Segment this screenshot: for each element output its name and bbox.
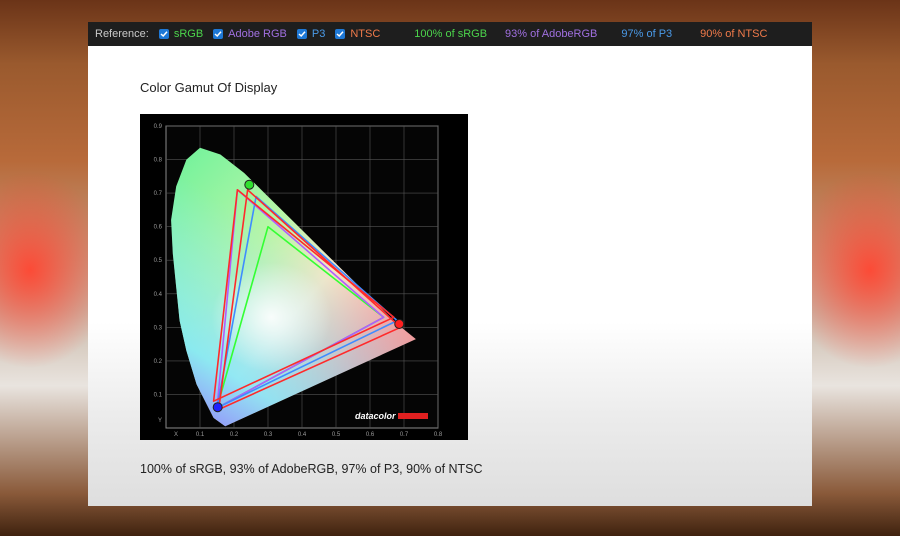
adobe-rgb-label: Adobe RGB <box>228 28 287 40</box>
check-icon <box>298 31 306 38</box>
option-srgb[interactable]: sRGB <box>158 28 204 40</box>
gamut-chart-svg: X 0.1 0.2 0.3 0.4 0.5 0.6 0.7 0.8 Y 0.1 0.2 0.3 0.4 0.… <box>154 124 443 438</box>
check-icon <box>214 31 222 38</box>
y-tick-label: 0.3 <box>154 325 163 331</box>
x-tick-label: 0.1 <box>196 432 205 438</box>
srgb-label: sRGB <box>173 28 204 40</box>
srgb-checkbox[interactable] <box>158 29 169 39</box>
y-tick-label: 0.9 <box>154 124 163 130</box>
p3-checkbox[interactable] <box>296 29 307 39</box>
x-tick-label: 0.6 <box>366 432 375 438</box>
x-tick-label: 0.5 <box>332 432 341 438</box>
stat-srgb: 100% of sRGB <box>414 28 488 40</box>
y-tick-label: 0.5 <box>154 258 163 264</box>
y-tick-label: 0.2 <box>154 359 163 365</box>
y-tick-label: 0.6 <box>154 225 163 231</box>
gamut-caption: 100% of sRGB, 93% of AdobeRGB, 97% of P3… <box>140 462 483 476</box>
y-tick-label: 0.1 <box>154 392 163 398</box>
logo-text: datacolor <box>355 411 396 421</box>
reference-toolbar: Reference: sRGB Adobe RGB P3 NTSC 100% o… <box>88 22 812 46</box>
stat-ntsc: 90% of NTSC <box>700 28 768 40</box>
option-adobe-rgb[interactable]: Adobe RGB <box>213 28 287 40</box>
x-tick-label: 0.8 <box>434 432 443 438</box>
stat-adobe-rgb: 93% of AdobeRGB <box>505 28 598 40</box>
primary-marker <box>244 179 255 190</box>
gamut-chart: X 0.1 0.2 0.3 0.4 0.5 0.6 0.7 0.8 Y 0.1 0.2 0.3 0.4 0.… <box>140 114 468 440</box>
content-panel: Color Gamut Of Display X 0.1 0.2 0.3 0.4… <box>88 46 812 506</box>
x-tick-label: 0.7 <box>400 432 409 438</box>
y-tick-label: 0.8 <box>154 158 163 164</box>
x-tick-label: 0.3 <box>264 432 273 438</box>
y-tick-label: 0.4 <box>154 292 163 298</box>
y-tick-label: 0.7 <box>154 191 163 197</box>
ntsc-label: NTSC <box>350 28 381 40</box>
stat-p3: 97% of P3 <box>621 28 673 40</box>
option-p3[interactable]: P3 <box>296 28 326 40</box>
p3-label: P3 <box>311 28 326 40</box>
option-ntsc[interactable]: NTSC <box>335 28 380 40</box>
x-tick-label: 0.4 <box>298 432 307 438</box>
adobe-rgb-checkbox[interactable] <box>213 29 224 39</box>
primary-marker <box>212 402 223 413</box>
logo-bar <box>398 413 428 419</box>
check-icon <box>160 31 168 38</box>
y-tick-label: Y <box>158 418 162 424</box>
check-icon <box>336 31 344 38</box>
x-tick-label: X <box>174 432 178 438</box>
x-tick-label: 0.2 <box>230 432 239 438</box>
primary-marker <box>394 318 405 329</box>
ntsc-checkbox[interactable] <box>335 29 346 39</box>
reference-label: Reference: <box>95 28 149 40</box>
page-title: Color Gamut Of Display <box>140 80 278 95</box>
